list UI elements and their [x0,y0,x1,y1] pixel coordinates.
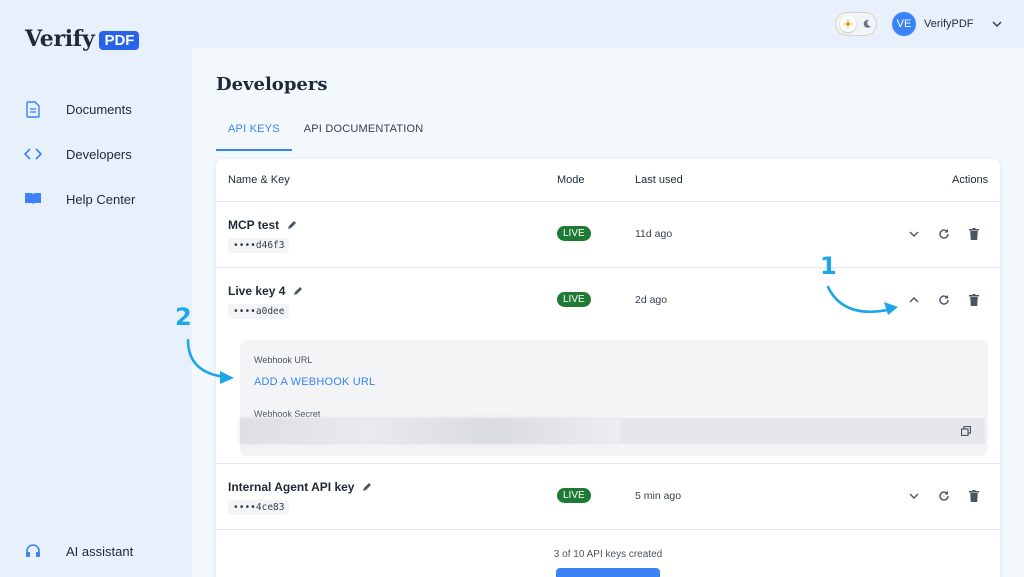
masked-key: ••••d46f3 [228,238,290,253]
sun-icon [840,16,856,32]
header-actions: Actions [952,174,989,186]
tab-api-documentation[interactable]: API DOCUMENTATION [292,120,436,151]
last-used: 5 min ago [635,490,682,502]
logo-badge: PDF [99,31,140,50]
sidebar-item-label: Documents [66,101,132,117]
annotation-marker-1: 1 [820,252,837,280]
key-name-text: Internal Agent API key [228,480,355,494]
sidebar-item-developers[interactable]: Developers [24,145,132,163]
blurred-secret [240,418,620,444]
key-name-text: MCP test [228,218,280,232]
key-name: Live key 4 [228,284,303,298]
moon-icon [862,19,872,29]
logo-text: Verify [25,26,95,52]
add-webhook-link[interactable]: ADD A WEBHOOK URL [254,376,375,388]
refresh-icon[interactable] [936,226,952,242]
theme-toggle[interactable] [835,12,877,36]
webhook-url-label: Webhook URL [254,355,313,365]
trash-icon[interactable] [966,292,982,308]
pencil-icon[interactable] [362,482,372,492]
status-badge: LIVE [557,292,591,307]
table-header: Name & Key Mode Last used Actions [216,159,1000,202]
key-name: Internal Agent API key [228,480,372,494]
status-badge: LIVE [557,226,591,241]
headset-icon [24,542,42,560]
code-icon [24,145,42,163]
sidebar-item-ai-assistant[interactable]: AI assistant [24,542,133,560]
tab-api-keys[interactable]: API KEYS [216,120,292,151]
header-mode: Mode [557,174,585,186]
refresh-icon[interactable] [936,292,952,308]
logo[interactable]: Verify PDF [25,26,140,52]
document-icon [24,100,42,118]
trash-icon[interactable] [966,488,982,504]
status-badge: LIVE [557,488,591,503]
book-icon [24,190,42,208]
api-keys-table: Name & Key Mode Last used Actions MCP te… [216,159,1000,577]
table-row: MCP test ••••d46f3 LIVE 11d ago [216,202,1000,268]
annotation-marker-2: 2 [175,303,192,331]
avatar: VE [892,12,916,36]
key-name: MCP test [228,218,297,232]
api-key-count: 3 of 10 API keys created [553,549,663,560]
chevron-down-icon [991,21,1002,27]
row-actions [906,226,982,242]
header-last-used: Last used [635,174,683,186]
key-name-cell: Live key 4 ••••a0dee [228,284,303,319]
last-used: 2d ago [635,294,668,306]
create-key-button[interactable] [556,568,660,577]
chevron-up-icon[interactable] [906,292,922,308]
table-row: Internal Agent API key ••••4ce83 LIVE 5 … [216,464,1000,530]
masked-key: ••••a0dee [228,304,290,319]
sidebar-item-help-center[interactable]: Help Center [24,190,135,208]
key-name-cell: Internal Agent API key ••••4ce83 [228,480,372,515]
annotation-arrow-1 [826,285,898,315]
sidebar-item-label: Help Center [66,191,136,207]
trash-icon[interactable] [966,226,982,242]
row-actions [906,488,982,504]
sidebar-item-label: Developers [66,146,132,162]
chevron-down-icon[interactable] [906,488,922,504]
tabs: API KEYS API DOCUMENTATION [216,120,435,151]
user-name: VerifyPDF [924,18,974,30]
webhook-panel: Webhook URL ADD A WEBHOOK URL Webhook Se… [240,340,988,456]
pencil-icon[interactable] [287,220,297,230]
key-name-text: Live key 4 [228,284,286,298]
chevron-down-icon[interactable] [906,226,922,242]
header-name-key: Name & Key [228,174,290,186]
sidebar-item-documents[interactable]: Documents [24,100,132,118]
refresh-icon[interactable] [936,488,952,504]
pencil-icon[interactable] [293,286,303,296]
webhook-secret-field[interactable] [240,418,985,444]
copy-icon[interactable] [961,426,971,436]
user-menu[interactable]: VE VerifyPDF [892,12,1002,36]
row-actions [906,292,982,308]
last-used: 11d ago [635,228,673,240]
annotation-arrow-2 [186,338,234,384]
key-name-cell: MCP test ••••d46f3 [228,218,297,253]
sidebar-item-label: AI assistant [66,543,134,559]
sidebar: Verify PDF Documents Developers Help Cen… [0,0,192,577]
page-title: Developers [216,74,328,95]
masked-key: ••••4ce83 [228,500,290,515]
